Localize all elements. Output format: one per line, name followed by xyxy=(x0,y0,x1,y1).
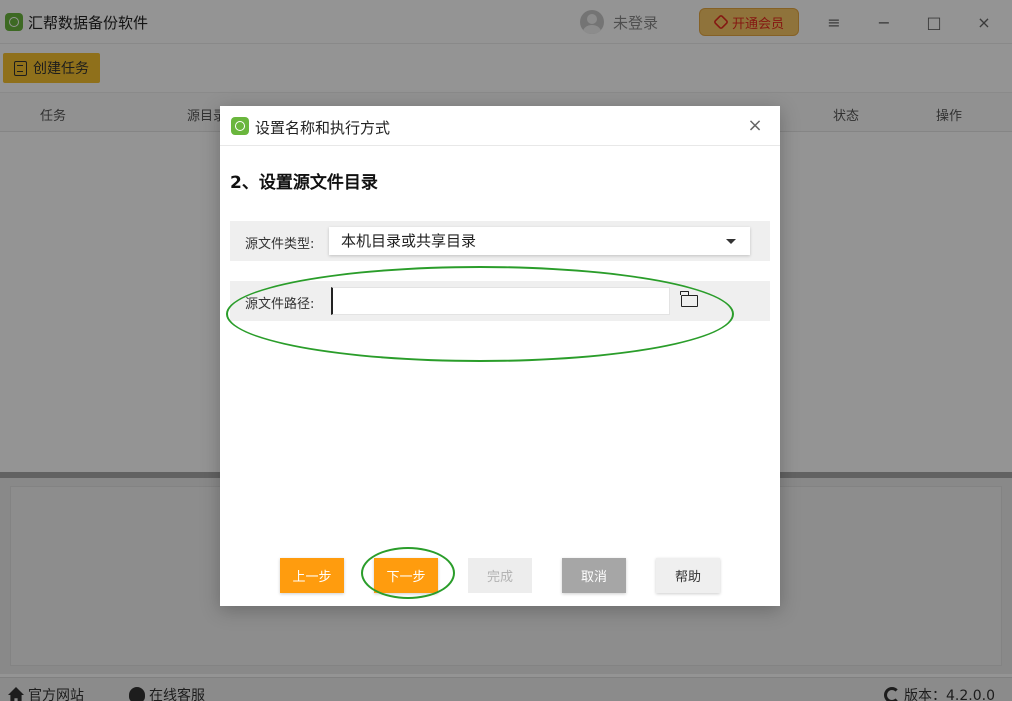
source-path-label: 源文件路径: xyxy=(245,297,315,312)
source-path-input[interactable] xyxy=(331,287,670,315)
source-type-value: 本机目录或共享目录 xyxy=(341,232,477,250)
dialog-titlebar: 设置名称和执行方式 × xyxy=(220,106,780,146)
previous-step-button[interactable]: 上一步 xyxy=(280,558,344,593)
dialog-title: 设置名称和执行方式 xyxy=(255,119,391,137)
step-heading: 2、设置源文件目录 xyxy=(230,173,378,193)
source-path-row: 源文件路径: xyxy=(230,281,770,321)
chevron-down-icon xyxy=(726,239,736,244)
source-type-select[interactable]: 本机目录或共享目录 xyxy=(329,227,750,255)
source-type-row: 源文件类型: 本机目录或共享目录 xyxy=(230,221,770,261)
help-button[interactable]: 帮助 xyxy=(656,558,720,593)
cancel-button[interactable]: 取消 xyxy=(562,558,626,593)
next-step-button[interactable]: 下一步 xyxy=(374,558,438,593)
finish-button[interactable]: 完成 xyxy=(468,558,532,593)
source-type-label: 源文件类型: xyxy=(245,237,315,252)
browse-folder-button[interactable] xyxy=(680,291,700,311)
dialog-close-icon[interactable]: × xyxy=(744,115,766,137)
settings-dialog: 设置名称和执行方式 × 2、设置源文件目录 源文件类型: 本机目录或共享目录 源… xyxy=(220,106,780,606)
folder-open-icon xyxy=(680,291,698,307)
dialog-logo-icon xyxy=(231,117,249,135)
